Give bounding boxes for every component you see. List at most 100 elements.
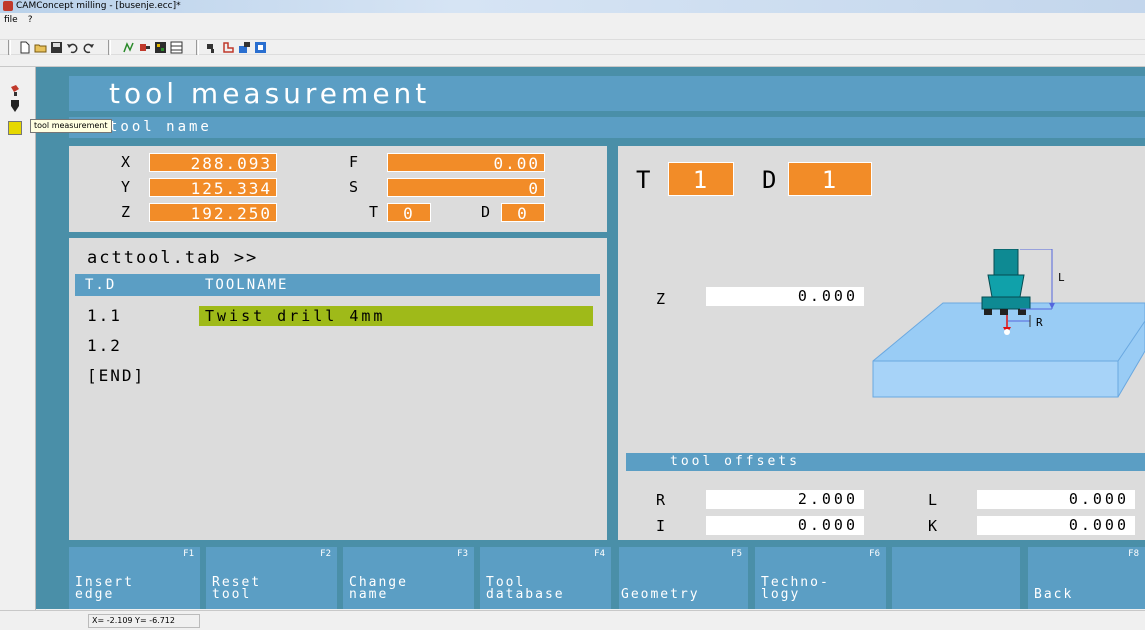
fkey-number: F8 <box>1128 549 1139 559</box>
offset-k-field[interactable]: 0.000 <box>977 516 1135 535</box>
t-value: 0 <box>387 203 431 223</box>
fkey-label: Back <box>1034 587 1074 602</box>
workpiece-front <box>872 360 1119 398</box>
machine-icon[interactable] <box>238 41 251 54</box>
menu-file[interactable]: file <box>4 15 18 25</box>
menu-help[interactable]: ? <box>28 15 33 25</box>
fkey-label: Change name <box>349 575 408 602</box>
fkey-number: F5 <box>731 549 742 559</box>
fkey-number: F6 <box>869 549 880 559</box>
fkey-empty[interactable] <box>892 547 1020 609</box>
s-label: S <box>349 178 359 196</box>
contour-icon[interactable] <box>122 41 135 54</box>
z-label: Z <box>121 203 131 221</box>
cursor-coordinates: X= -2.109 Y= -6.712 <box>88 614 200 628</box>
milling-cutter-icon <box>981 249 1055 327</box>
fkey-number: F2 <box>320 549 331 559</box>
x-value: 288.093 <box>149 153 277 173</box>
fkey-number: F4 <box>594 549 605 559</box>
y-label: Y <box>121 178 131 196</box>
function-key-bar: F1 Insert edge F2 Reset tool F3 Change n… <box>69 547 1145 609</box>
tool-offsets-header: tool offsets <box>626 453 1145 471</box>
window-title: CAMConcept milling - [busenje.ecc]* <box>16 1 181 11</box>
fkey-change-name[interactable]: F3 Change name <box>343 547 474 609</box>
offset-r-label: R <box>656 491 666 509</box>
fkey-label: Reset tool <box>212 575 262 602</box>
tool-list-header: T.D TOOLNAME <box>75 274 600 296</box>
save-icon[interactable] <box>50 41 63 54</box>
fkey-back[interactable]: F8 Back <box>1028 547 1145 609</box>
fkey-label: Techno- logy <box>761 575 830 602</box>
main-area: tool measurement tool name X 288.093 Y 1… <box>36 67 1145 609</box>
tool-red-icon[interactable] <box>8 83 22 97</box>
tool-t-value[interactable]: 1 <box>668 162 734 196</box>
tool-list-panel: acttool.tab >> T.D TOOLNAME 1.1 Twist dr… <box>69 238 607 540</box>
tool-list-row-td[interactable]: 1.2 <box>87 336 122 355</box>
toolbar-separator <box>196 40 199 55</box>
fkey-number: F3 <box>457 549 468 559</box>
fkey-tool-database[interactable]: F4 Tool database <box>480 547 611 609</box>
tool-measurement-button[interactable] <box>8 121 22 135</box>
title-bar: CAMConcept milling - [busenje.ecc]* <box>0 0 1145 13</box>
measurement-panel: T 1 D 1 Z 0.000 L R tool offsets R 2.000… <box>618 146 1145 540</box>
fkey-label: Geometry <box>621 587 700 602</box>
x-label: X <box>121 153 131 171</box>
d-value: 0 <box>501 203 545 223</box>
fkey-technology[interactable]: F6 Techno- logy <box>755 547 886 609</box>
menu-bar: file? <box>0 13 1145 27</box>
view-icon[interactable] <box>254 41 267 54</box>
measure-icon[interactable] <box>206 41 219 54</box>
position-panel: X 288.093 Y 125.334 Z 192.250 F 0.00 S 0… <box>69 146 607 232</box>
y-value: 125.334 <box>149 178 277 198</box>
tooltip: tool measurement <box>30 119 112 133</box>
app-icon <box>3 1 13 11</box>
offset-r-field[interactable]: 2.000 <box>706 490 864 509</box>
fkey-insert-edge[interactable]: F1 Insert edge <box>69 547 200 609</box>
tool-d-value[interactable]: 1 <box>788 162 872 196</box>
tool-t-label: T <box>636 166 651 194</box>
table-icon[interactable] <box>170 41 183 54</box>
page-title: tool measurement <box>69 76 1145 111</box>
tool-list-row-name-selected[interactable]: Twist drill 4mm <box>199 306 593 326</box>
column-td: T.D <box>85 277 117 293</box>
tool-list-row-td[interactable]: 1.1 <box>87 306 122 325</box>
fkey-reset-tool[interactable]: F2 Reset tool <box>206 547 337 609</box>
radius-dimension-label: R <box>1036 316 1043 329</box>
d-label: D <box>481 203 491 221</box>
offset-i-field[interactable]: 0.000 <box>706 516 864 535</box>
offset-k-label: K <box>928 517 938 535</box>
grid-icon[interactable] <box>154 41 167 54</box>
tool-holder-icon[interactable] <box>8 99 22 113</box>
f-label: F <box>349 153 359 171</box>
tool-list-title: acttool.tab >> <box>87 248 259 268</box>
fkey-geometry[interactable]: F5 Geometry <box>619 547 748 609</box>
fkey-label: Tool database <box>486 575 565 602</box>
f-value: 0.00 <box>387 153 545 173</box>
redo-icon[interactable] <box>82 41 95 54</box>
simulation-icon[interactable] <box>222 41 235 54</box>
undo-icon[interactable] <box>66 41 79 54</box>
toolbar-separator <box>8 40 11 55</box>
s-value: 0 <box>387 178 545 198</box>
offset-l-field[interactable]: 0.000 <box>977 490 1135 509</box>
status-bar: X= -2.109 Y= -6.712 <box>0 610 1145 630</box>
offset-l-label: L <box>928 491 938 509</box>
fkey-number: F1 <box>183 549 194 559</box>
tool-icon[interactable] <box>138 41 151 54</box>
new-file-icon[interactable] <box>18 41 31 54</box>
toolbar <box>0 27 1145 67</box>
open-folder-icon[interactable] <box>34 41 47 54</box>
left-toolstrip <box>0 67 36 610</box>
measure-z-field[interactable]: 0.000 <box>706 287 864 306</box>
fkey-label: Insert edge <box>75 575 134 602</box>
tool-d-label: D <box>762 166 777 194</box>
length-dimension-label: L <box>1058 271 1065 284</box>
z-value: 192.250 <box>149 203 277 223</box>
tool-list-row-end[interactable]: [END] <box>87 366 145 385</box>
page-subtitle: tool name <box>69 117 1145 138</box>
t-label: T <box>369 203 379 221</box>
offset-i-label: I <box>656 517 666 535</box>
column-toolname: TOOLNAME <box>205 277 289 293</box>
measure-z-label: Z <box>656 290 666 308</box>
toolbar-separator <box>108 40 111 55</box>
